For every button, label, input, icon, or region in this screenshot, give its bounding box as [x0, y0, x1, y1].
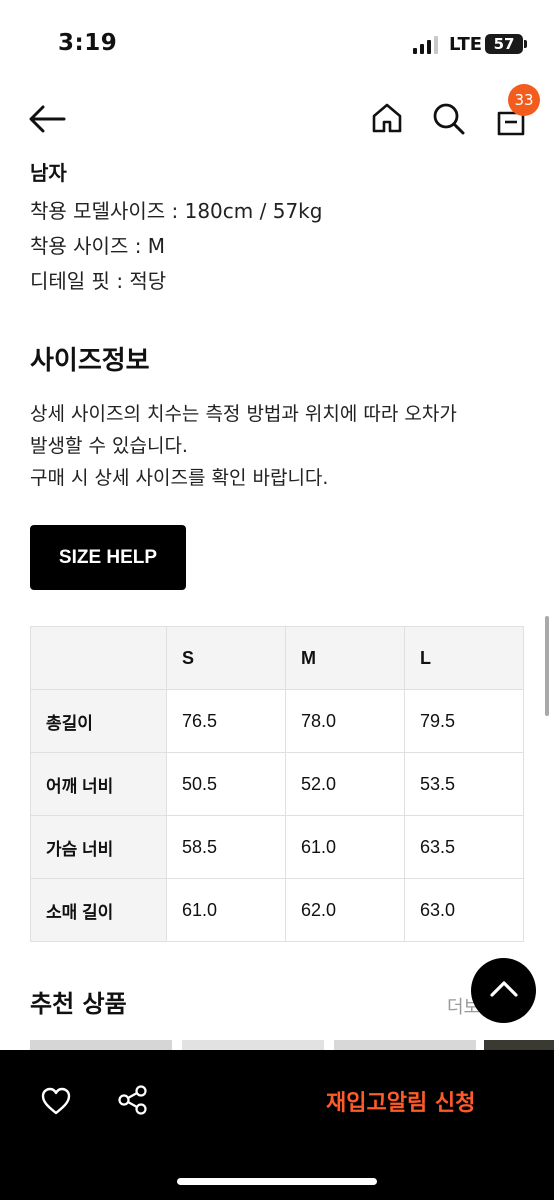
table-cell: 50.5 — [166, 752, 286, 816]
share-icon[interactable] — [117, 1084, 149, 1116]
product-thumbnail[interactable] — [182, 1040, 324, 1050]
table-row: 총길이 76.5 78.0 79.5 — [30, 689, 524, 753]
recommended-products — [0, 1040, 554, 1050]
table-row-label: 어깨 너비 — [30, 752, 167, 816]
recommended-heading: 추천 상품 — [30, 990, 127, 1018]
status-bar: 3:19 LTE 57 — [0, 0, 554, 80]
cart-count-badge: 33 — [508, 84, 540, 116]
size-info-description: 상세 사이즈의 치수는 측정 방법과 위치에 따라 오차가 발생할 수 있습니다… — [30, 398, 540, 494]
table-row: 소매 길이 61.0 62.0 63.0 — [30, 878, 524, 942]
table-cell: 58.5 — [166, 815, 286, 879]
table-row: 가슴 너비 58.5 61.0 63.5 — [30, 815, 524, 879]
size-help-button[interactable]: SIZE HELP — [30, 525, 186, 590]
battery-tip — [524, 40, 527, 48]
page-scrollbar[interactable] — [545, 616, 549, 716]
table-header-row: S M L — [30, 626, 524, 690]
table-cell: 76.5 — [166, 689, 286, 753]
table-cell: 61.0 — [166, 878, 286, 942]
battery-icon: 57 — [485, 34, 523, 54]
chevron-up-icon — [490, 981, 518, 997]
table-cell: 63.0 — [404, 878, 524, 942]
size-desc-line: 구매 시 상세 사이즈를 확인 바랍니다. — [30, 467, 329, 489]
worn-size-line: 착용 사이즈 : M — [30, 234, 166, 258]
table-row-label: 소매 길이 — [30, 878, 167, 942]
home-indicator — [177, 1178, 377, 1185]
table-header-cell: L — [404, 626, 524, 690]
product-thumbnail[interactable] — [30, 1040, 172, 1050]
model-info: 남자 착용 모델사이즈 : 180cm / 57kg 착용 사이즈 : M 디테… — [30, 160, 530, 299]
scroll-top-button[interactable] — [471, 958, 536, 1023]
table-header-cell: M — [285, 626, 405, 690]
back-arrow-icon[interactable] — [28, 104, 66, 134]
size-desc-line: 발생할 수 있습니다. — [30, 435, 188, 457]
table-row-label: 총길이 — [30, 689, 167, 753]
status-time: 3:19 — [58, 30, 118, 56]
table-cell: 62.0 — [285, 878, 405, 942]
table-cell: 79.5 — [404, 689, 524, 753]
size-table: S M L 총길이 76.5 78.0 79.5 어깨 너비 50.5 52.0… — [30, 626, 524, 942]
heart-icon[interactable] — [40, 1086, 72, 1116]
model-gender: 남자 — [30, 161, 67, 185]
table-header-cell: S — [166, 626, 286, 690]
product-thumbnail[interactable] — [334, 1040, 476, 1050]
size-info-heading: 사이즈정보 — [30, 346, 150, 376]
table-cell: 53.5 — [404, 752, 524, 816]
signal-icon — [413, 36, 439, 54]
size-desc-line: 상세 사이즈의 치수는 측정 방법과 위치에 따라 오차가 — [30, 403, 457, 425]
table-cell: 61.0 — [285, 815, 405, 879]
table-cell: 63.5 — [404, 815, 524, 879]
home-icon[interactable] — [371, 102, 403, 134]
table-cell: 78.0 — [285, 689, 405, 753]
restock-alert-button[interactable]: 재입고알림 신청 — [326, 1085, 475, 1117]
top-navigation — [0, 80, 554, 158]
table-cell: 52.0 — [285, 752, 405, 816]
detail-fit-line: 디테일 핏 : 적당 — [30, 269, 167, 293]
table-row: 어깨 너비 50.5 52.0 53.5 — [30, 752, 524, 816]
table-header-cell — [30, 626, 167, 690]
product-thumbnail[interactable] — [484, 1040, 554, 1050]
model-size-line: 착용 모델사이즈 : 180cm / 57kg — [30, 199, 323, 223]
search-icon[interactable] — [432, 102, 466, 136]
network-label: LTE — [449, 34, 483, 55]
table-row-label: 가슴 너비 — [30, 815, 167, 879]
